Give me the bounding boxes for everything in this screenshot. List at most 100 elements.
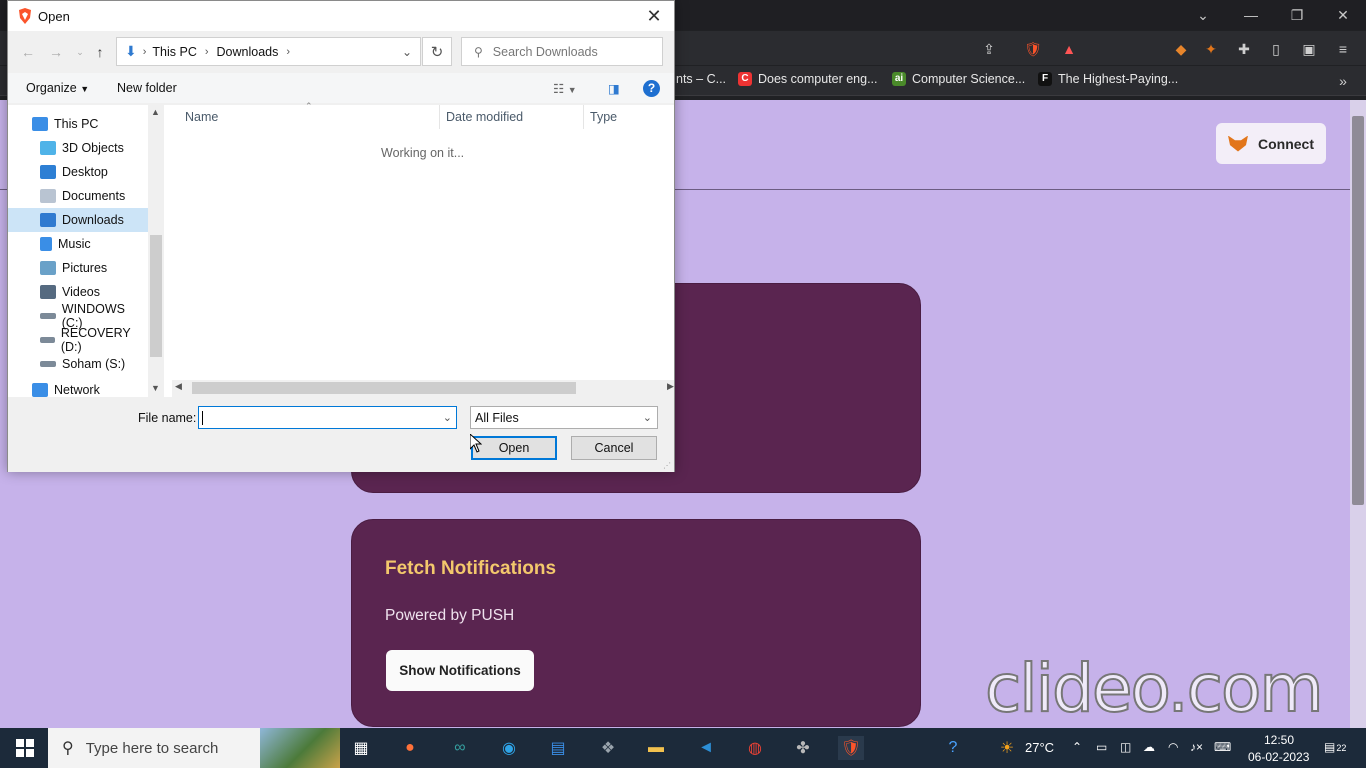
address-bar[interactable]: ⬇ › This PC › Downloads › ⌄	[116, 37, 421, 66]
column-header-name[interactable]: Name	[185, 110, 218, 124]
view-options-icon[interactable]: ☷ ▼	[553, 81, 577, 96]
bookmark-item[interactable]: C Does computer eng...	[738, 72, 878, 86]
nav-item-this-pc[interactable]: This PC	[8, 112, 148, 136]
chevron-down-icon[interactable]: ⌄	[443, 411, 452, 424]
navigation-pane: This PC 3D Objects Desktop Documents Dow…	[8, 105, 163, 397]
horizontal-scrollbar-thumb[interactable]	[192, 382, 576, 394]
tray-chevron-icon[interactable]: ⌃	[1072, 740, 1082, 754]
menu-icon[interactable]: ≡	[1332, 38, 1354, 60]
restore-icon[interactable]: ❐	[1274, 0, 1320, 30]
cancel-button[interactable]: Cancel	[571, 436, 657, 460]
nav-scrollbar[interactable]: ▲ ▼	[148, 105, 164, 397]
sidebar-icon[interactable]: ▯	[1265, 38, 1287, 60]
file-explorer-icon[interactable]: ▬	[643, 736, 669, 760]
brave-logo-icon	[19, 8, 31, 24]
keyboard-icon[interactable]: ⌨	[1214, 740, 1231, 754]
nav-item-videos[interactable]: Videos	[8, 280, 148, 304]
refresh-icon[interactable]: ↻	[422, 37, 452, 66]
scroll-right-icon[interactable]: ▶	[667, 381, 674, 392]
app-icon[interactable]: ✤	[790, 736, 816, 760]
scroll-left-icon[interactable]: ◀	[175, 381, 182, 392]
wifi-icon[interactable]: ◠	[1168, 740, 1178, 754]
preview-pane-icon[interactable]: ◨	[608, 81, 620, 96]
chevron-down-icon[interactable]: ⌄	[402, 45, 412, 59]
brave-shield-icon[interactable]: 🛡	[1022, 38, 1044, 60]
dropbox-icon[interactable]: ❖	[595, 736, 621, 760]
search-placeholder: Search Downloads	[492, 44, 598, 59]
notification-center-icon[interactable]: ▤22	[1324, 740, 1346, 754]
tab-search-icon[interactable]: ⌄	[1180, 0, 1226, 30]
nav-item-drive-s[interactable]: Soham (S:)	[8, 352, 148, 376]
vscode-icon[interactable]: ◄	[693, 736, 719, 760]
extensions-puzzle-icon[interactable]: ✚	[1233, 38, 1255, 60]
bookmarks-overflow-icon[interactable]: »	[1332, 70, 1354, 92]
nav-item-pictures[interactable]: Pictures	[8, 256, 148, 280]
page-scrollbar-thumb[interactable]	[1352, 116, 1364, 505]
recent-chevron-icon[interactable]: ⌄	[70, 41, 90, 63]
arduino-icon[interactable]: ∞	[447, 736, 473, 760]
onedrive-icon[interactable]: ☁	[1143, 740, 1155, 754]
breadcrumb-downloads[interactable]: Downloads	[217, 45, 279, 59]
task-view-icon[interactable]: ▦	[348, 736, 374, 760]
file-name-input[interactable]: ⌄	[198, 406, 457, 429]
taskbar-search-placeholder: Type here to search	[85, 739, 219, 757]
up-arrow-icon[interactable]: ↑	[90, 41, 110, 63]
volume-muted-icon[interactable]: ♪×	[1190, 740, 1203, 754]
desktop-icon	[40, 165, 56, 179]
bookmark-item[interactable]: nts – C...	[676, 72, 726, 86]
brave-icon[interactable]: 🛡	[838, 736, 864, 760]
nav-scrollbar-thumb[interactable]	[150, 235, 162, 357]
nav-item-music[interactable]: Music	[8, 232, 148, 256]
scroll-down-icon[interactable]: ▼	[151, 383, 160, 393]
windows-start-icon[interactable]	[12, 736, 38, 760]
clock-date[interactable]: 06-02-2023	[1248, 750, 1309, 764]
column-header-date-modified[interactable]: Date modified	[446, 110, 523, 124]
network-icon	[32, 383, 48, 397]
store-icon[interactable]: ▤	[545, 736, 571, 760]
show-notifications-button[interactable]: Show Notifications	[386, 650, 534, 691]
wallet-icon[interactable]: ▣	[1298, 38, 1320, 60]
battery-icon[interactable]: ▭	[1096, 740, 1107, 754]
column-header-type[interactable]: Type	[590, 110, 617, 124]
nav-item-3d-objects[interactable]: 3D Objects	[8, 136, 148, 160]
nav-item-drive-d[interactable]: RECOVERY (D:)	[8, 326, 148, 354]
chrome-icon[interactable]: ◍	[742, 736, 768, 760]
help-icon[interactable]: ?	[940, 736, 966, 760]
nav-item-drive-c[interactable]: WINDOWS (C:)	[8, 302, 148, 330]
cube-icon	[40, 141, 56, 155]
search-box[interactable]: ⚲ Search Downloads	[461, 37, 663, 66]
c-logo-icon: C	[738, 72, 752, 86]
nav-item-downloads[interactable]: Downloads	[8, 208, 148, 232]
brave-rewards-icon[interactable]: ▲	[1058, 38, 1080, 60]
back-arrow-icon[interactable]: ←	[18, 41, 38, 63]
bookmark-item[interactable]: F The Highest-Paying...	[1038, 72, 1178, 86]
clock-time[interactable]: 12:50	[1264, 733, 1294, 747]
taskbar-search[interactable]: ⚲ Type here to search	[48, 728, 340, 768]
share-icon[interactable]: ⇪	[978, 38, 1000, 60]
nav-item-desktop[interactable]: Desktop	[8, 160, 148, 184]
close-window-icon[interactable]: ✕	[1320, 0, 1366, 30]
bookmark-item[interactable]: ai Computer Science...	[892, 72, 1025, 86]
minimize-icon[interactable]: —	[1228, 0, 1274, 30]
new-folder-button[interactable]: New folder	[117, 81, 177, 95]
file-type-select[interactable]: All Files ⌄	[470, 406, 658, 429]
breadcrumb-this-pc[interactable]: This PC	[152, 45, 196, 59]
help-icon[interactable]: ?	[643, 80, 660, 97]
connect-button[interactable]: Connect	[1216, 123, 1326, 164]
scroll-up-icon[interactable]: ▲	[151, 107, 160, 117]
open-file-dialog: Open ✕ ← → ⌄ ↑ ⬇ › This PC › Downloads ›…	[7, 0, 675, 472]
nav-item-documents[interactable]: Documents	[8, 184, 148, 208]
nav-item-network[interactable]: Network	[8, 383, 148, 397]
temperature[interactable]: 27°C	[1025, 740, 1054, 755]
firefox-icon[interactable]: ●	[397, 736, 423, 760]
drive-icon	[40, 313, 56, 319]
forward-arrow-icon[interactable]: →	[46, 41, 66, 63]
close-icon[interactable]: ✕	[638, 5, 670, 27]
resize-grip-icon[interactable]: ⋰	[663, 461, 671, 470]
metamask-icon[interactable]: ✦	[1200, 38, 1222, 60]
open-button[interactable]: Open	[471, 436, 557, 460]
extension-icon[interactable]: ◆	[1170, 38, 1192, 60]
edge-icon[interactable]: ◉	[496, 736, 522, 760]
meet-icon[interactable]: ◫	[1120, 740, 1131, 754]
organize-button[interactable]: Organize ▼	[26, 81, 89, 95]
